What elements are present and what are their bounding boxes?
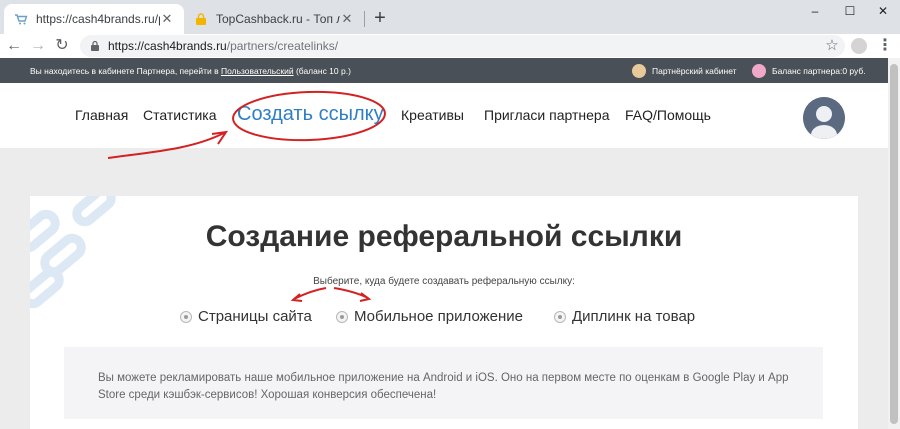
profile-icon[interactable] [851,38,867,54]
url-text: https://cash4brands.ru/partners/createli… [108,39,338,53]
main-nav: Главная Статистика Создать ссылку Креати… [0,83,888,148]
piggy-bank-icon [752,64,766,78]
tab-title: https://cash4brands.ru/partners/ [36,12,160,26]
lock-favicon-icon [196,13,206,25]
browser-menu-icon[interactable]: ⋮ [877,36,893,56]
partner-cabinet-link[interactable]: Партнёрский кабинет [652,66,737,76]
forward-arrow-icon[interactable]: → [28,36,48,56]
chain-link-decoration-icon [30,196,116,309]
partner-face-icon [632,64,646,78]
maximize-button[interactable]: ☐ [835,0,865,22]
option-deeplink-label: Диплинк на товар [572,308,696,325]
user-avatar-icon [803,97,845,139]
browser-toolbar: ← → ↻ https://cash4brands.ru/partners/cr… [0,34,900,58]
cabinet-notice-suffix: (баланс 10 р.) [293,66,351,76]
url-path: /partners/createlinks/ [226,39,339,53]
option-site-pages-label: Страницы сайта [198,308,312,325]
cabinet-notice-prefix: Вы находитесь в кабинете Партнера, перей… [30,66,221,76]
mobile-app-info-box: Вы можете рекламировать наше мобильное п… [64,347,823,419]
partner-topbar: Вы находитесь в кабинете Партнера, перей… [0,58,888,83]
option-mobile-app[interactable]: Мобильное приложение [336,308,523,325]
bookmark-star-icon[interactable]: ☆ [822,36,842,56]
radio-site-pages[interactable] [180,310,192,323]
nav-item-invite-partner[interactable]: Пригласи партнера [484,107,609,123]
page-scrollbar[interactable] [888,58,900,429]
option-mobile-app-label: Мобильное приложение [354,308,523,325]
tab-title: TopCashback.ru - Топ лучших к [216,12,340,26]
browser-tab-active[interactable]: https://cash4brands.ru/partners/ ✕ [4,4,184,34]
close-window-button[interactable]: ✕ [868,0,898,22]
scrollbar-thumb[interactable] [890,64,898,424]
avatar[interactable] [803,97,845,139]
balance-value-link[interactable]: 0 руб. [842,66,865,76]
page-viewport: Вы находитесь в кабинете Партнера, перей… [0,58,888,429]
close-tab-icon[interactable]: ✕ [340,12,354,26]
url-host: https://cash4brands.ru [108,39,227,53]
browser-tab-inactive[interactable]: TopCashback.ru - Топ лучших к ✕ [184,4,364,34]
close-tab-icon[interactable]: ✕ [160,12,174,26]
minimize-button[interactable]: – [800,0,830,22]
cabinet-notice: Вы находитесь в кабинете Партнера, перей… [30,66,351,76]
new-tab-button[interactable]: + [370,8,390,28]
lock-icon [91,40,99,51]
option-deeplink[interactable]: Диплинк на товар [554,308,695,325]
browser-tab-strip: https://cash4brands.ru/partners/ ✕ TopCa… [0,0,900,34]
create-link-card: Создание реферальной ссылки Выберите, ку… [30,196,858,429]
radio-mobile-app[interactable] [336,310,348,323]
reload-icon[interactable]: ↻ [52,36,72,56]
nav-item-statistics[interactable]: Статистика [143,107,217,123]
nav-item-create-link[interactable]: Создать ссылку [237,103,384,126]
nav-item-home[interactable]: Главная [75,107,128,123]
tab-separator [364,11,365,27]
option-site-pages[interactable]: Страницы сайта [180,308,312,325]
address-bar[interactable]: https://cash4brands.ru/partners/createli… [80,35,845,57]
partner-cabinet[interactable]: Партнёрский кабинет [632,64,737,78]
nav-item-faq[interactable]: FAQ/Помощь [625,107,711,123]
page-title: Создание реферальной ссылки [205,220,683,253]
back-arrow-icon[interactable]: ← [4,36,24,56]
partner-balance: Баланс партнера: 0 руб. [752,64,866,78]
user-cabinet-link[interactable]: Пользовательский [221,66,294,76]
cart-favicon-icon [15,14,28,25]
radio-deeplink[interactable] [554,310,566,323]
balance-label: Баланс партнера: [772,66,843,76]
link-type-prompt: Выберите, куда будете создавать рефераль… [313,276,575,287]
nav-item-creatives[interactable]: Креативы [401,107,464,123]
